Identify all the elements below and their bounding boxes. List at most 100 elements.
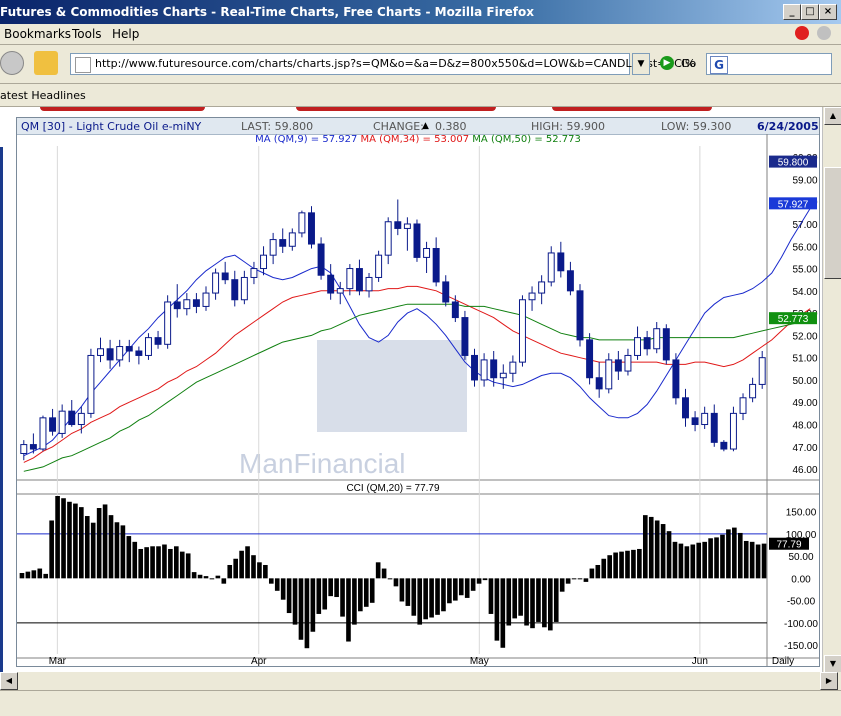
y-axis-tick-label: 47.00 bbox=[792, 443, 817, 454]
cci-bar bbox=[316, 578, 322, 614]
scroll-up-icon[interactable]: ▲ bbox=[824, 107, 841, 125]
search-box[interactable]: G bbox=[706, 53, 832, 75]
cci-bar bbox=[755, 544, 761, 579]
cci-bar bbox=[571, 578, 577, 580]
candle-body bbox=[586, 339, 594, 379]
candle-body bbox=[614, 359, 622, 372]
site-nav-tab[interactable] bbox=[552, 107, 712, 111]
cci-bar bbox=[589, 568, 595, 579]
cci-tick-label: 50.00 bbox=[788, 552, 813, 563]
cci-bar bbox=[524, 578, 529, 626]
cci-title: CCI (QM,20) = 77.79 bbox=[346, 483, 440, 494]
candle-body bbox=[480, 359, 488, 381]
cci-bar bbox=[375, 562, 381, 579]
navigation-toolbar: http://www.futuresource.com/charts/chart… bbox=[0, 45, 841, 84]
x-axis-label: Jun bbox=[692, 656, 708, 666]
cci-bar bbox=[292, 578, 298, 625]
stop-status-icon[interactable] bbox=[795, 26, 809, 40]
candle-body bbox=[144, 337, 152, 356]
cci-bar bbox=[476, 578, 482, 584]
cci-bar bbox=[203, 576, 209, 579]
cci-bar bbox=[150, 546, 155, 579]
candle-body bbox=[346, 268, 354, 290]
cci-bar bbox=[714, 537, 719, 579]
y-axis-tick-label: 50.00 bbox=[792, 376, 817, 387]
cci-bar bbox=[233, 558, 238, 579]
cci-bar bbox=[411, 578, 417, 616]
candle-body bbox=[29, 444, 37, 450]
cci-bar bbox=[55, 496, 60, 579]
cci-bar bbox=[358, 578, 363, 612]
page-favicon-icon bbox=[75, 57, 91, 73]
candle-body bbox=[135, 350, 143, 356]
cci-bar bbox=[702, 541, 707, 579]
candle-body bbox=[547, 252, 555, 283]
cci-bar bbox=[49, 520, 54, 579]
go-icon[interactable]: ▶ bbox=[660, 56, 674, 70]
cci-bar bbox=[464, 578, 470, 598]
throbber-icon bbox=[817, 26, 831, 40]
candle-body bbox=[442, 281, 450, 303]
candle-body bbox=[154, 337, 162, 345]
cci-tick-label: -150.00 bbox=[784, 641, 818, 652]
minimize-button[interactable]: _ bbox=[783, 4, 801, 20]
cci-bar bbox=[761, 543, 767, 579]
menu-bookmarks[interactable]: Bookmarks bbox=[4, 27, 71, 41]
site-nav-tab[interactable] bbox=[296, 107, 496, 111]
cci-bar bbox=[73, 503, 78, 579]
cci-tick-label: -50.00 bbox=[787, 597, 816, 608]
cci-bar bbox=[191, 572, 197, 579]
url-dropdown-button[interactable]: ▼ bbox=[632, 53, 650, 75]
watermark-text: ManFinancial bbox=[239, 448, 406, 479]
scroll-thumb[interactable] bbox=[824, 167, 841, 279]
cci-bar bbox=[340, 578, 345, 617]
cci-bar bbox=[138, 548, 144, 579]
cci-bar bbox=[708, 538, 713, 579]
x-axis-label: May bbox=[470, 656, 489, 666]
cci-bar bbox=[678, 543, 684, 579]
cci-bar bbox=[696, 542, 702, 579]
candle-body bbox=[576, 290, 584, 341]
cci-last-text: 77.79 bbox=[776, 540, 801, 551]
vertical-scrollbar[interactable]: ▲ ▼ bbox=[822, 107, 841, 673]
cci-bar bbox=[286, 578, 292, 614]
menu-help[interactable]: Help bbox=[112, 27, 139, 41]
cci-bar bbox=[441, 578, 446, 612]
home-icon[interactable] bbox=[34, 51, 58, 75]
close-window-button[interactable]: × bbox=[819, 4, 837, 20]
cci-bar bbox=[488, 578, 494, 614]
candle-body bbox=[164, 301, 172, 345]
candle-body bbox=[423, 247, 431, 258]
cci-bar bbox=[280, 578, 286, 600]
stop-icon[interactable] bbox=[0, 51, 24, 75]
url-bar[interactable]: http://www.futuresource.com/charts/chart… bbox=[70, 53, 695, 75]
candle-body bbox=[77, 412, 85, 426]
site-nav-tab[interactable] bbox=[40, 107, 205, 111]
go-button-label[interactable]: Go bbox=[681, 57, 696, 70]
cci-bar bbox=[518, 578, 523, 616]
candle-body bbox=[49, 417, 57, 432]
google-search-icon[interactable]: G bbox=[710, 56, 728, 74]
cci-bar bbox=[732, 527, 737, 579]
y-axis-tick-label: 46.00 bbox=[792, 465, 817, 476]
scroll-down-icon[interactable]: ▼ bbox=[824, 655, 841, 673]
candle-body bbox=[461, 317, 469, 356]
cci-bar bbox=[548, 578, 553, 631]
cci-bar bbox=[506, 578, 512, 626]
cci-bar bbox=[221, 578, 227, 584]
candle-body bbox=[279, 239, 287, 247]
scroll-left-icon[interactable]: ◀ bbox=[0, 672, 18, 690]
candle-body bbox=[691, 417, 699, 426]
y-axis-tick-label: 51.00 bbox=[792, 354, 817, 365]
cci-bar bbox=[613, 552, 618, 579]
bookmark-latest-headlines[interactable]: atest Headlines bbox=[0, 89, 86, 102]
candle-body bbox=[260, 254, 268, 270]
candle-body bbox=[634, 337, 642, 356]
candle-body bbox=[451, 301, 459, 319]
menubar: Bookmarks Tools Help bbox=[0, 24, 841, 45]
maximize-button[interactable]: □ bbox=[801, 4, 819, 20]
horizontal-scrollbar[interactable]: ◀ ▶ bbox=[0, 672, 841, 690]
scroll-right-icon[interactable]: ▶ bbox=[820, 672, 838, 690]
cci-bar bbox=[185, 553, 191, 579]
menu-tools[interactable]: Tools bbox=[72, 27, 102, 41]
